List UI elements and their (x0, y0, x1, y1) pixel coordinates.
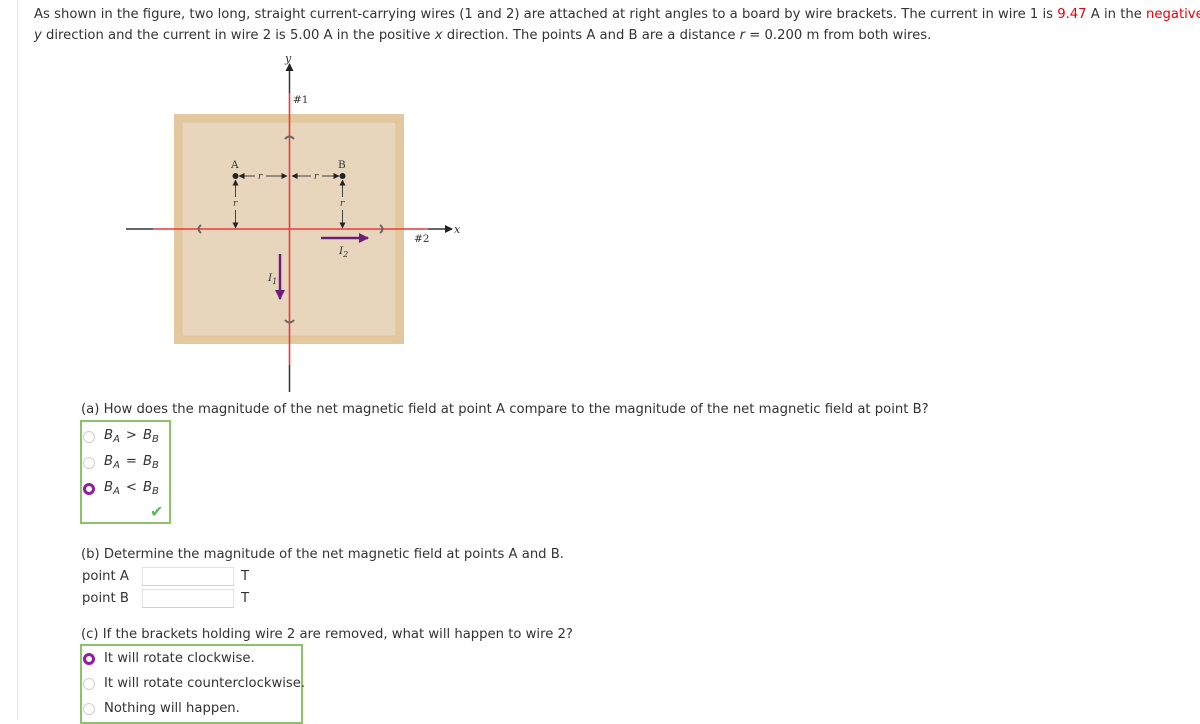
part-a-option-3[interactable]: BA < BB (83, 480, 159, 497)
radio-button-selected[interactable] (83, 652, 95, 665)
option-expression: BA = BB (104, 454, 159, 471)
wire-2-label: #2 (414, 233, 429, 245)
intro-text: As shown in the figure, two long, straig… (34, 7, 1058, 22)
part-a-question: (a) How does the magnitude of the net ma… (81, 402, 929, 417)
option-label: It will rotate clockwise. (104, 651, 255, 666)
axis-var: x (434, 28, 443, 43)
problem-statement: As shown in the figure, two long, straig… (34, 4, 1200, 46)
r-label: r (314, 172, 319, 182)
unit-label: T (241, 569, 250, 584)
wire-1-label: #1 (293, 94, 308, 106)
x-axis-label: x (454, 223, 461, 236)
point-b-field-row: point B T (82, 589, 249, 608)
radio-button-selected[interactable] (83, 482, 95, 495)
point-a-label: point A (82, 569, 129, 584)
intro-text: A in the (1086, 7, 1147, 22)
radio-button[interactable] (83, 456, 95, 469)
current-1-label: I1 (267, 272, 277, 286)
r-label: r (258, 172, 263, 182)
y-axis-label: y (284, 52, 292, 65)
point-a-label: A (230, 159, 239, 171)
option-expression: BA > BB (104, 428, 159, 445)
part-a-option-2[interactable]: BA = BB (83, 454, 159, 471)
wires-figure: y x #1 #2 A B r r r r I2 I1 (0, 0, 1200, 720)
part-b-question: (b) Determine the magnitude of the net m… (81, 547, 564, 562)
radio-button[interactable] (83, 677, 95, 690)
board-inner (181, 121, 397, 337)
direction1-value: negative (1146, 7, 1200, 22)
bracket-top (284, 135, 295, 140)
radio-button[interactable] (83, 430, 95, 443)
left-margin-rule (17, 0, 18, 720)
intro-text: = 0.200 m from both wires. (745, 28, 932, 43)
intro-text: direction and the current in wire 2 is 5… (41, 28, 435, 43)
part-a-option-1[interactable]: BA > BB (83, 428, 159, 445)
part-c-option-1[interactable]: It will rotate clockwise. (83, 651, 255, 666)
point-b-label: B (338, 159, 346, 171)
bracket-right (379, 224, 384, 234)
point-b-label: point B (82, 591, 129, 606)
part-c-question: (c) If the brackets holding wire 2 are r… (81, 627, 573, 642)
radio-button[interactable] (83, 702, 95, 715)
intro-text: direction. The points A and B are a dist… (442, 28, 740, 43)
bracket-left (197, 224, 202, 234)
correct-check-icon: ✔ (150, 502, 164, 521)
point-b-input[interactable] (142, 589, 234, 608)
r-label: r (340, 199, 345, 209)
point-a-field-row: point A T (82, 567, 249, 586)
part-c-option-2[interactable]: It will rotate counterclockwise. (83, 676, 305, 691)
point-a-input[interactable] (142, 567, 234, 586)
part-c-option-3[interactable]: Nothing will happen. (83, 701, 240, 716)
current-2-label: I2 (338, 245, 348, 259)
point-b (339, 173, 346, 179)
point-a (232, 173, 239, 179)
board (174, 114, 404, 344)
current1-value: 9.47 (1057, 7, 1087, 22)
option-expression: BA < BB (104, 480, 159, 497)
r-label: r (233, 199, 238, 209)
option-label: Nothing will happen. (104, 701, 240, 716)
bracket-bottom (284, 319, 295, 324)
unit-label: T (241, 591, 250, 606)
axis-var: y (34, 28, 42, 43)
option-label: It will rotate counterclockwise. (104, 676, 306, 691)
